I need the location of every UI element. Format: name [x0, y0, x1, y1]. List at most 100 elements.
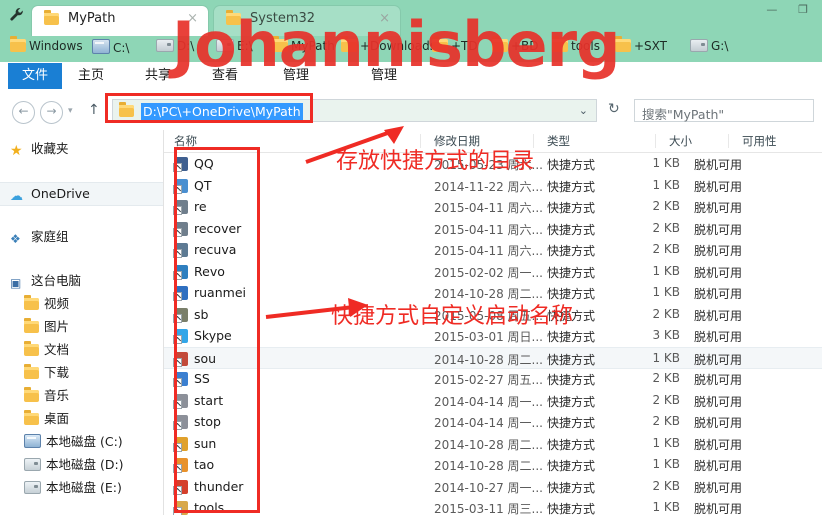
tab-system32[interactable]: System32 × — [214, 6, 400, 36]
bookmark-td[interactable]: +TD — [432, 36, 478, 59]
forward-button[interactable]: → — [40, 101, 63, 124]
column-headers[interactable]: 名称 修改日期 类型 大小 可用性 — [164, 130, 822, 153]
table-row[interactable]: Revo 2015-02-02 周一... 快捷方式 1 KB 脱机可用 — [164, 261, 822, 283]
file-date: 2014-04-14 周一... — [434, 416, 543, 430]
sidebar-item-5[interactable]: 图片 — [0, 316, 69, 338]
sidebar-item-1[interactable]: ☁ OneDrive — [0, 182, 163, 206]
file-availability: 脱机可用 — [694, 244, 743, 258]
file-size: 1 KB — [652, 457, 680, 471]
back-button[interactable]: ← — [12, 101, 35, 124]
tab-file[interactable]: 文件 — [8, 63, 63, 89]
shortcut-icon — [173, 307, 188, 323]
file-name: Revo — [194, 263, 225, 279]
file-size: 2 KB — [652, 220, 680, 235]
bookmark-e[interactable]: E:\ — [216, 39, 253, 59]
bookmark-mypath[interactable]: MyPath — [272, 36, 335, 59]
ribbon-tab-2[interactable]: 查看 — [212, 62, 238, 90]
column-divider[interactable] — [533, 134, 534, 148]
file-date: 2015-05-08 周五... — [434, 308, 543, 323]
file-size: 2 KB — [652, 371, 680, 385]
file-size: 1 KB — [652, 285, 680, 299]
file-type: 快捷方式 — [547, 287, 596, 301]
sidebar-item-9[interactable]: 桌面 — [0, 408, 69, 430]
column-header-4[interactable]: 可用性 — [742, 133, 777, 149]
table-row[interactable]: SS 2015-02-27 周五... 快捷方式 2 KB 脱机可用 — [164, 368, 822, 390]
ribbon-tab-0[interactable]: 主页 — [78, 62, 104, 90]
bookmark-tools[interactable]: tools — [552, 36, 600, 59]
address-input[interactable]: D:\PC\+OneDrive\MyPath ⌄ — [112, 99, 597, 122]
table-row[interactable]: Skype 2015-03-01 周日... 快捷方式 3 KB 脱机可用 — [164, 325, 822, 347]
bookmark-sxt[interactable]: +SXT — [615, 36, 667, 59]
column-divider[interactable] — [420, 134, 421, 148]
ribbon-tab-1[interactable]: 共享 — [145, 62, 171, 90]
table-row[interactable]: start 2014-04-14 周一... 快捷方式 2 KB 脱机可用 — [164, 390, 822, 412]
table-row[interactable]: sou 2014-10-28 周二... 快捷方式 1 KB 脱机可用 — [164, 346, 822, 369]
file-size: 3 KB — [652, 328, 680, 342]
file-date: 2015-05-23 周六... — [434, 158, 543, 172]
table-row[interactable]: QT 2014-11-22 周六... 快捷方式 1 KB 脱机可用 — [164, 175, 822, 197]
bookmark-windows[interactable]: Windows — [10, 36, 83, 59]
table-row[interactable]: thunder 2014-10-27 周一... 快捷方式 2 KB 脱机可用 — [164, 476, 822, 498]
table-row[interactable]: tao 2014-10-28 周二... 快捷方式 1 KB 脱机可用 — [164, 454, 822, 476]
table-row[interactable]: stop 2014-04-14 周一... 快捷方式 2 KB 脱机可用 — [164, 411, 822, 433]
local-disk-icon — [24, 458, 41, 471]
sidebar-item-12[interactable]: 本地磁盘 (E:) — [0, 477, 122, 499]
column-header-3[interactable]: 大小 — [669, 133, 692, 149]
file-availability: 脱机可用 — [694, 222, 743, 237]
column-header-2[interactable]: 类型 — [547, 133, 570, 149]
ribbon-tab-4[interactable]: 管理 — [371, 62, 397, 90]
column-header-1[interactable]: 修改日期 — [434, 133, 480, 149]
shortcut-icon — [173, 372, 188, 387]
bookmark-label: tools — [571, 39, 600, 53]
wrench-icon[interactable] — [6, 6, 28, 28]
table-row[interactable]: re 2015-04-11 周六... 快捷方式 2 KB 脱机可用 — [164, 196, 822, 218]
sidebar-item-2[interactable]: ❖ 家庭组 — [0, 226, 69, 248]
column-divider[interactable] — [655, 134, 656, 148]
sidebar-item-label: 桌面 — [44, 411, 70, 426]
sidebar-item-3[interactable]: ▣ 这台电脑 — [0, 270, 81, 292]
file-size: 2 KB — [652, 478, 680, 493]
close-icon[interactable]: × — [187, 11, 198, 26]
folder-icon — [341, 36, 357, 52]
table-row[interactable]: recuva 2015-04-11 周六... 快捷方式 2 KB 脱机可用 — [164, 239, 822, 261]
table-row[interactable]: ruanmei 2014-10-28 周二... 快捷方式 1 KB 脱机可用 — [164, 282, 822, 304]
table-row[interactable]: sb 2015-05-08 周五... 快捷方式 2 KB 脱机可用 — [164, 304, 822, 326]
column-header-0[interactable]: 名称 — [174, 133, 197, 149]
navigation-pane[interactable]: ★ 收藏夹 ☁ OneDrive ❖ 家庭组 ▣ 这台电脑 视频 图片 文档 下载 音乐桌面本地磁盘 (… — [0, 130, 164, 515]
table-row[interactable]: QQ 2015-05-23 周六... 快捷方式 1 KB 脱机可用 — [164, 153, 822, 175]
file-list-pane[interactable]: 名称 修改日期 类型 大小 可用性 QQ 2015-05-23 周六... 快捷方式 1 KB… — [164, 130, 822, 515]
sidebar-item-10[interactable]: 本地磁盘 (C:) — [0, 431, 123, 453]
close-icon[interactable]: × — [379, 11, 390, 26]
cloud-icon: ☁ — [10, 189, 23, 204]
recent-locations-icon[interactable]: ▾ — [68, 106, 73, 116]
file-name: tools — [194, 500, 225, 515]
up-button[interactable]: ↑ — [88, 102, 100, 118]
sidebar-item-0[interactable]: ★ 收藏夹 — [0, 138, 69, 160]
chevron-down-icon[interactable]: ⌄ — [579, 104, 588, 117]
bookmark-downloads[interactable]: +Downloads — [341, 36, 436, 59]
bookmark-d[interactable]: D:\ — [156, 39, 194, 59]
sidebar-item-6[interactable]: 文档 — [0, 339, 69, 361]
minimize-button[interactable]: — — [759, 0, 785, 20]
sidebar-item-4[interactable]: 视频 — [0, 293, 69, 315]
bookmark-bd[interactable]: +BD — [492, 36, 539, 59]
table-row[interactable]: recover 2015-04-11 周六... 快捷方式 2 KB 脱机可用 — [164, 218, 822, 240]
bookmark-g[interactable]: G:\ — [690, 39, 728, 59]
sidebar-item-8[interactable]: 音乐 — [0, 385, 69, 407]
folder-icon — [24, 295, 39, 310]
file-name: start — [194, 392, 224, 408]
sidebar-item-7[interactable]: 下载 — [0, 362, 69, 384]
refresh-icon[interactable]: ↻ — [608, 101, 620, 117]
shortcut-icon — [173, 458, 188, 473]
column-divider[interactable] — [728, 134, 729, 148]
search-input[interactable]: 搜索"MyPath" — [634, 99, 814, 122]
table-row[interactable]: sun 2014-10-28 周二... 快捷方式 1 KB 脱机可用 — [164, 433, 822, 455]
tab-mypath[interactable]: MyPath × — [32, 6, 208, 36]
shortcut-icon — [173, 286, 188, 301]
ribbon-tab-3[interactable]: 管理 — [283, 62, 309, 90]
sidebar-item-11[interactable]: 本地磁盘 (D:) — [0, 454, 124, 476]
table-row[interactable]: tools 2015-03-11 周三... 快捷方式 1 KB 脱机可用 — [164, 497, 822, 515]
maximize-button[interactable]: ❐ — [790, 0, 816, 20]
file-date: 2014-10-28 周二... — [434, 437, 543, 452]
bookmark-c[interactable]: C:\ — [92, 39, 129, 59]
